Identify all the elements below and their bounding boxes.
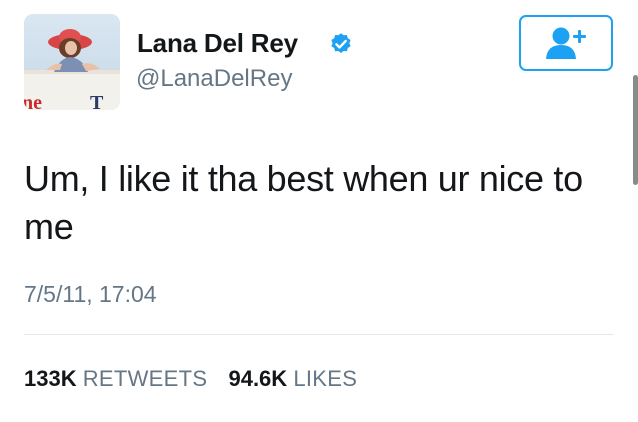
author-handle[interactable]: @LanaDelRey — [136, 65, 292, 93]
likes-stat[interactable]: 94.6K LIKES — [228, 366, 357, 392]
likes-count: 94.6K — [228, 366, 288, 391]
retweets-stat[interactable]: 133K RETWEETS — [24, 366, 207, 392]
scrollbar[interactable] — [633, 75, 638, 185]
tweet-text: Um, I like it tha best when ur nice to m… — [24, 158, 583, 247]
svg-text:ne: ne — [24, 92, 42, 110]
likes-label: LIKES — [293, 366, 358, 391]
add-user-icon — [546, 27, 586, 59]
retweets-label: RETWEETS — [82, 366, 208, 391]
tweet-stats: 133K RETWEETS 94.6K LIKES — [24, 366, 357, 392]
retweets-count: 133K — [24, 366, 77, 391]
svg-text:T: T — [90, 92, 104, 110]
avatar[interactable]: ne T — [24, 14, 120, 110]
author-display-name[interactable]: Lana Del Rey — [137, 28, 298, 59]
tweet-timestamp[interactable]: 7/5/11, 17:04 — [24, 281, 157, 308]
follow-button[interactable] — [519, 15, 613, 71]
profile-photo: ne T — [24, 14, 120, 110]
divider — [24, 334, 614, 335]
verified-badge-icon — [331, 33, 351, 53]
tweet-detail: ne T Lana Del Rey @LanaDelRey Um, I like… — [0, 0, 638, 422]
